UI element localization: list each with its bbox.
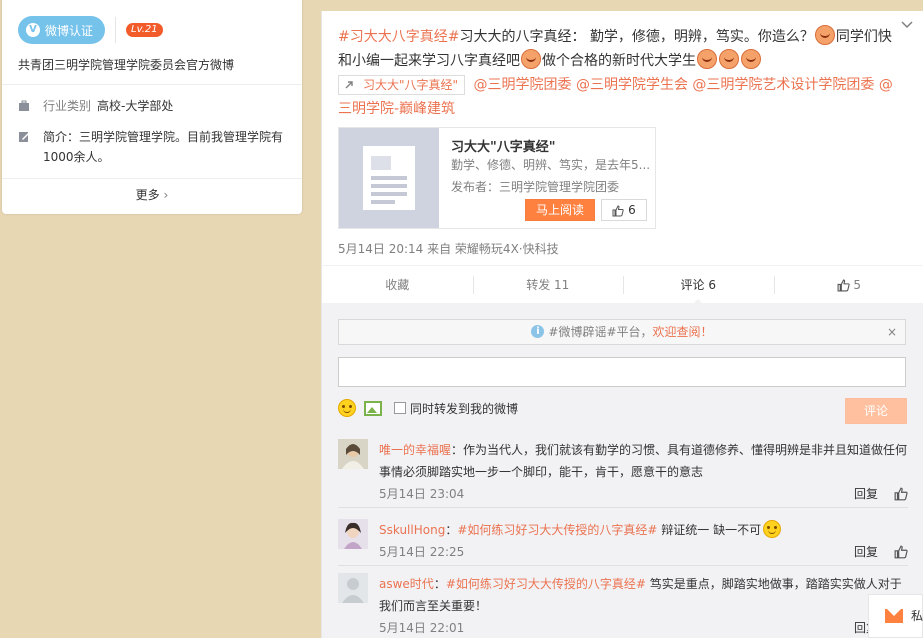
emoji-icon: [814, 25, 835, 45]
article-thumbnail-icon: [339, 128, 439, 228]
reply-button[interactable]: 回复: [854, 485, 878, 502]
comment-text: ：作为当代人，我们就该有勤学的习惯、具有道德修养、懂得明辨是非并且知道做任何事情…: [379, 443, 908, 479]
link-icon: [345, 81, 353, 89]
read-now-button[interactable]: 马上阅读: [525, 199, 595, 221]
avatar[interactable]: [338, 439, 368, 469]
comment-body: 唯一的幸福喔：作为当代人，我们就该有勤学的习惯、具有道德修养、懂得明辨是非并且知…: [379, 439, 908, 483]
divider: [2, 178, 302, 179]
post-meta: 5月14日 20:14 来自 荣耀畅玩4X·快科技: [338, 242, 559, 256]
post-text-3: 做个合格的新时代大学生: [542, 53, 696, 69]
verify-row: V 微博认证 Lv.21: [18, 16, 163, 44]
feed-card: #习大大八字真经#习大大的八字真经： 勤学，修德，明辨，笃实。你造么？ 同学们快和…: [321, 11, 923, 638]
comment-colon: ：: [445, 523, 458, 537]
article-publisher: 发布者：三明学院管理学院团委: [451, 180, 620, 194]
close-icon[interactable]: ×: [887, 320, 897, 344]
image-upload-icon[interactable]: [364, 400, 382, 416]
avatar[interactable]: [338, 519, 368, 549]
intro-text: 简介：三明学院管理学院。目前我管理学院有1000余人。: [43, 130, 284, 164]
weibo-verify-button[interactable]: V 微博认证: [18, 16, 106, 44]
verify-label: 微博认证: [45, 23, 94, 38]
article-card[interactable]: 习大大"八字真经" 勤学、修德、明辨、笃实，是去年5... 发布者：三明学院管理…: [338, 127, 656, 229]
envelope-icon: [885, 609, 903, 623]
favorite-button[interactable]: 收藏: [322, 266, 473, 303]
thumbs-up-icon[interactable]: [894, 545, 908, 559]
comment-tools: 同时转发到我的微博: [338, 399, 518, 417]
briefcase-icon: [19, 100, 29, 111]
level-badge[interactable]: Lv.21: [126, 23, 163, 37]
emoji-icon: [697, 49, 717, 69]
industry-row: 行业类别 高校-大学部处: [18, 96, 173, 116]
profile-card: V 微博认证 Lv.21 共青团三明学院管理学院委员会官方微博 行业类别 高校-…: [2, 0, 302, 214]
divider: [338, 565, 908, 566]
notice-highlight-link[interactable]: 欢迎查阅！: [653, 325, 713, 339]
thumbs-up-icon: [612, 204, 624, 216]
smile-emoji-icon: [763, 520, 782, 538]
intro-row: 简介：三明学院管理学院。目前我管理学院有1000余人。: [18, 127, 293, 167]
info-icon: i: [531, 325, 545, 338]
article-like-count: 6: [628, 203, 636, 217]
article-link-chip[interactable]: 习大大"八字真经": [338, 75, 466, 95]
article-title: 习大大"八字真经": [451, 140, 556, 155]
chevron-right-icon: ›: [163, 188, 169, 202]
comment-body: SskullHong：#如何练习好习大大传授的八字真经# 辩证统一 缺一不可: [379, 519, 908, 541]
repost-checkbox-label: 同时转发到我的微博: [410, 401, 519, 416]
comment-username[interactable]: 唯一的幸福喔: [379, 443, 451, 457]
comment-tab[interactable]: 评论 6: [623, 266, 774, 304]
comment-input[interactable]: [338, 357, 906, 387]
comment-time: 5月14日 22:01: [379, 621, 465, 635]
post-text: #习大大八字真经#习大大的八字真经： 勤学，修德，明辨，笃实。你造么？ 同学们快和…: [338, 25, 898, 121]
comment-hashtag[interactable]: #如何练习好习大大传授的八字真经#: [457, 523, 657, 537]
more-link[interactable]: 更多 ›: [2, 186, 302, 203]
emoji-picker-icon[interactable]: [338, 399, 356, 417]
comment-colon: ：: [433, 577, 446, 591]
verified-v-icon: V: [26, 23, 40, 37]
article-desc: 勤学、修德、明辨、笃实，是去年5...: [451, 158, 651, 172]
mention-link[interactable]: @三明学院团委: [474, 77, 572, 93]
comment-hashtag[interactable]: #如何练习好习大大传授的八字真经#: [446, 577, 646, 591]
comment-username[interactable]: SskullHong: [379, 523, 445, 537]
comment-time: 5月14日 22:25: [379, 545, 465, 559]
mention-link[interactable]: @三明学院学生会: [576, 77, 688, 93]
repost-checkbox[interactable]: [394, 402, 406, 414]
submit-comment-button[interactable]: 评论: [845, 398, 907, 424]
mention-link[interactable]: @三明学院艺术设计学院团委: [692, 77, 874, 93]
repost-button[interactable]: 转发 11: [472, 266, 624, 303]
action-bar: 收藏 转发 11 评论 6 5: [322, 265, 923, 304]
more-label: 更多: [135, 188, 160, 202]
industry-value: 高校-大学部处: [97, 99, 174, 113]
comment-area: i #微博辟谣#平台，欢迎查阅！ × 同时转发到我的微博 评论 唯一的幸福喔：作为…: [322, 303, 923, 638]
like-count: 5: [853, 278, 861, 292]
divider: [2, 84, 302, 85]
notice-tag-link[interactable]: #微博辟谣#平台，: [548, 325, 652, 339]
divider: [115, 17, 117, 43]
post-text-1: 习大大的八字真经： 勤学，修德，明辨，笃实。你造么？: [459, 29, 814, 45]
private-message-button[interactable]: 私: [868, 594, 923, 638]
private-message-label: 私: [911, 609, 923, 623]
emoji-icon: [521, 49, 541, 69]
divider: [338, 507, 908, 508]
thumbs-up-icon[interactable]: [894, 487, 908, 501]
post-hashtag[interactable]: #习大大八字真经#: [338, 29, 459, 45]
emoji-icon: [741, 49, 761, 69]
reply-button[interactable]: 回复: [854, 543, 878, 560]
comment-time: 5月14日 23:04: [379, 487, 465, 501]
comment-body: aswe时代：#如何练习好习大大传授的八字真经# 笃实是重点，脚踏实地做事，踏踏…: [379, 573, 908, 617]
article-like-button[interactable]: 6: [601, 199, 647, 221]
avatar[interactable]: [338, 573, 368, 603]
comment-text: 辩证统一 缺一不可: [657, 523, 762, 537]
industry-label: 行业类别: [43, 99, 92, 113]
rumor-notice: i #微博辟谣#平台，欢迎查阅！ ×: [338, 319, 906, 345]
emoji-icon: [719, 49, 739, 69]
comment-username[interactable]: aswe时代: [379, 577, 434, 591]
like-button[interactable]: 5: [773, 266, 923, 303]
thumbs-up-icon: [837, 279, 850, 292]
edit-icon: [19, 132, 29, 142]
chevron-down-icon[interactable]: [901, 19, 913, 31]
article-link-label: 习大大"八字真经": [363, 78, 459, 92]
profile-name: 共青团三明学院管理学院委员会官方微博: [18, 58, 235, 72]
